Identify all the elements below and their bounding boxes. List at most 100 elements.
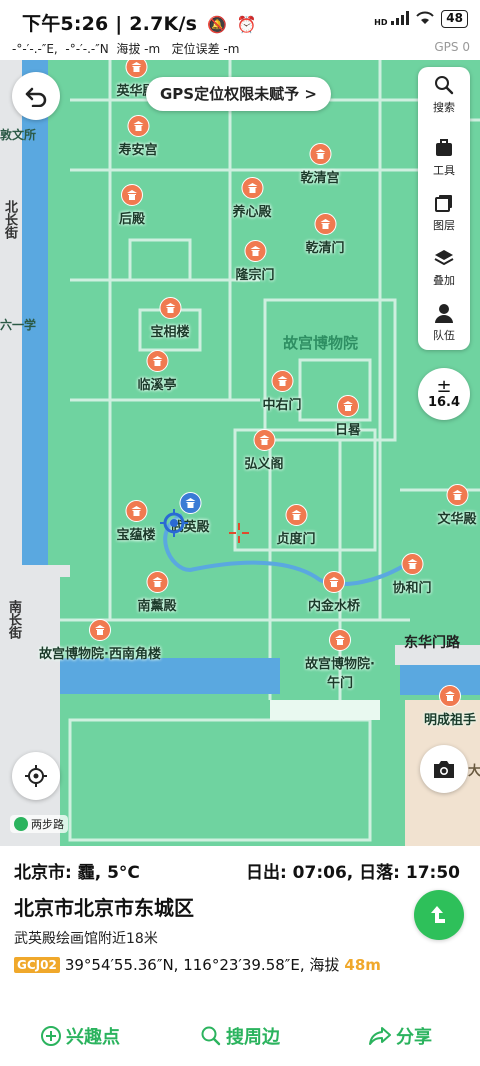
status-net-speed: 2.7K/s — [129, 13, 198, 35]
coord-system-badge: GCJ02 — [14, 956, 60, 973]
back-arrow-icon — [25, 87, 47, 107]
logo-icon — [14, 817, 28, 831]
poi-marker[interactable]: 日晷 — [335, 395, 361, 438]
coordinates-text: 39°54′55.36″N, 116°23′39.58″E, 海拔 — [64, 956, 340, 974]
temple-icon — [438, 685, 461, 707]
tool-layers-button[interactable]: 图层 — [418, 185, 470, 240]
poi-label: 宝蕴楼 — [116, 528, 156, 543]
tool-team-button[interactable]: 队伍 — [418, 295, 470, 350]
poi-marker[interactable]: 中右门 — [262, 370, 302, 413]
temple-icon — [322, 571, 345, 593]
poi-marker[interactable]: 隆宗门 — [235, 240, 275, 283]
temple-icon — [336, 395, 359, 417]
locate-me-button[interactable] — [12, 752, 60, 800]
overlay-icon — [433, 247, 455, 269]
nearby-place-text: 武英殿绘画馆附近18米 — [14, 931, 158, 947]
status-right: HD 48 — [374, 10, 468, 28]
temple-icon — [313, 213, 336, 235]
coordinates-row[interactable]: GCJ02 39°54′55.36″N, 116°23′39.58″E, 海拔 … — [14, 954, 381, 975]
poi-marker[interactable]: 寿安宫 — [118, 115, 158, 158]
zoom-level-button[interactable]: ± 16.4 — [418, 368, 470, 420]
alarm-icon: ⏰ — [236, 15, 258, 34]
temple-icon — [243, 240, 266, 262]
poi-marker[interactable]: 南薰殿 — [137, 571, 177, 614]
poi-marker[interactable]: 后殿 — [119, 184, 145, 227]
poi-marker[interactable]: 乾清门 — [305, 213, 345, 256]
poi-label: 临溪亭 — [137, 378, 177, 393]
temple-icon — [145, 571, 168, 593]
gps-permission-banner[interactable]: GPS定位权限未赋予 > — [146, 77, 331, 111]
poi-label: 南薰殿 — [137, 599, 177, 614]
poi-marker[interactable]: 弘义阁 — [244, 429, 284, 472]
sunrise-sunset-text: 日出: 07:06, 日落: 17:50 — [245, 863, 460, 883]
tool-separator — [418, 122, 470, 130]
poi-marker[interactable]: 明成祖手 — [424, 685, 476, 728]
cell-signal-icon: HD — [374, 10, 410, 28]
temple-icon — [400, 553, 423, 575]
edge-label-south-street: 南长街 — [6, 600, 21, 639]
edge-label-school: 六一学 — [0, 318, 37, 332]
tool-search-button[interactable]: 搜索 — [418, 67, 470, 122]
tool-label: 工具 — [433, 164, 455, 177]
tool-toolbox-button[interactable]: 工具 — [418, 130, 470, 185]
bottom-action-bar: 兴趣点 搜周边 分享 — [0, 1005, 480, 1066]
zoom-level-value: 16.4 — [427, 394, 461, 410]
back-button[interactable] — [12, 72, 60, 120]
poi-marker[interactable]: 宝相楼 — [150, 297, 190, 340]
gps-satellite-status: GPS 0 — [434, 40, 470, 54]
gps-label: GPS — [434, 40, 459, 54]
status-time: 下午5:26 — [22, 13, 109, 35]
poi-marker[interactable]: 内金水桥 — [308, 571, 360, 614]
camera-button[interactable] — [420, 745, 468, 793]
temple-icon — [120, 184, 143, 206]
map-view[interactable]: 故宫博物院 敦文所 北长街 六一学 南长街 东华门路 大 英华殿 寿安宫 乾清宫… — [0, 60, 480, 846]
poi-marker[interactable]: 文华殿 — [437, 484, 477, 527]
poi-marker[interactable]: 宝蕴楼 — [116, 500, 156, 543]
gps-coords-text: -°-′-.-″E, -°-′-.-″N 海拔 -m 定位误差 -m — [12, 42, 240, 56]
temple-icon — [445, 484, 468, 506]
poi-label: 后殿 — [118, 212, 146, 227]
search-icon — [434, 74, 454, 96]
poi-label: 弘义阁 — [244, 457, 284, 472]
temple-icon — [89, 619, 111, 641]
poi-marker[interactable]: 协和门 — [392, 553, 432, 596]
poi-marker[interactable]: 乾清宫 — [300, 143, 340, 186]
poi-marker[interactable]: 临溪亭 — [137, 350, 177, 393]
district-name: 北京市北京市东城区 — [14, 896, 194, 920]
poi-label: 内金水桥 — [307, 599, 361, 614]
logo-text: 两步路 — [31, 818, 64, 831]
poi-marker[interactable]: 故宫博物院·午门 — [305, 629, 375, 691]
edge-label-east-gate-road: 东华门路 — [404, 635, 460, 651]
action-label: 搜周边 — [226, 1026, 280, 1048]
share-button[interactable]: 分享 — [320, 1005, 480, 1066]
wifi-icon — [415, 11, 435, 28]
edge-label-north-street: 北长街 — [2, 200, 17, 239]
poi-marker[interactable]: 养心殿 — [232, 177, 272, 220]
search-icon — [201, 1026, 221, 1045]
tool-label: 叠加 — [433, 274, 455, 287]
tool-overlay-button[interactable]: 叠加 — [418, 240, 470, 295]
layers-icon — [434, 192, 454, 214]
temple-icon — [308, 143, 331, 165]
locate-crosshair-icon — [25, 765, 47, 787]
temple-icon — [284, 504, 307, 526]
search-nearby-button[interactable]: 搜周边 — [160, 1005, 320, 1066]
area-label-palace-museum: 故宫博物院 — [283, 334, 359, 352]
temple-icon — [158, 297, 181, 319]
temple-icon — [145, 350, 168, 372]
poi-label: 乾清门 — [305, 241, 345, 256]
add-poi-button[interactable]: 兴趣点 — [0, 1005, 160, 1066]
gps-info-bar: -°-′-.-″E, -°-′-.-″N 海拔 -m 定位误差 -m GPS 0 — [0, 38, 480, 60]
signal-hd-tag: HD — [374, 17, 388, 27]
status-bar: 下午5:26 | 2.7K/s 🔕 ⏰ HD 48 — [0, 0, 480, 38]
poi-label: 贞度门 — [276, 532, 316, 547]
poi-marker[interactable]: 故宫博物院·西南角楼 — [25, 619, 175, 662]
poi-label: 协和门 — [392, 581, 432, 596]
poi-marker[interactable]: 贞度门 — [276, 504, 316, 547]
tool-label: 图层 — [433, 219, 455, 232]
action-label: 兴趣点 — [66, 1026, 120, 1048]
plus-circle-icon — [41, 1025, 61, 1046]
camera-icon — [434, 761, 454, 778]
temple-icon — [124, 500, 147, 522]
navigate-button[interactable] — [414, 890, 464, 940]
